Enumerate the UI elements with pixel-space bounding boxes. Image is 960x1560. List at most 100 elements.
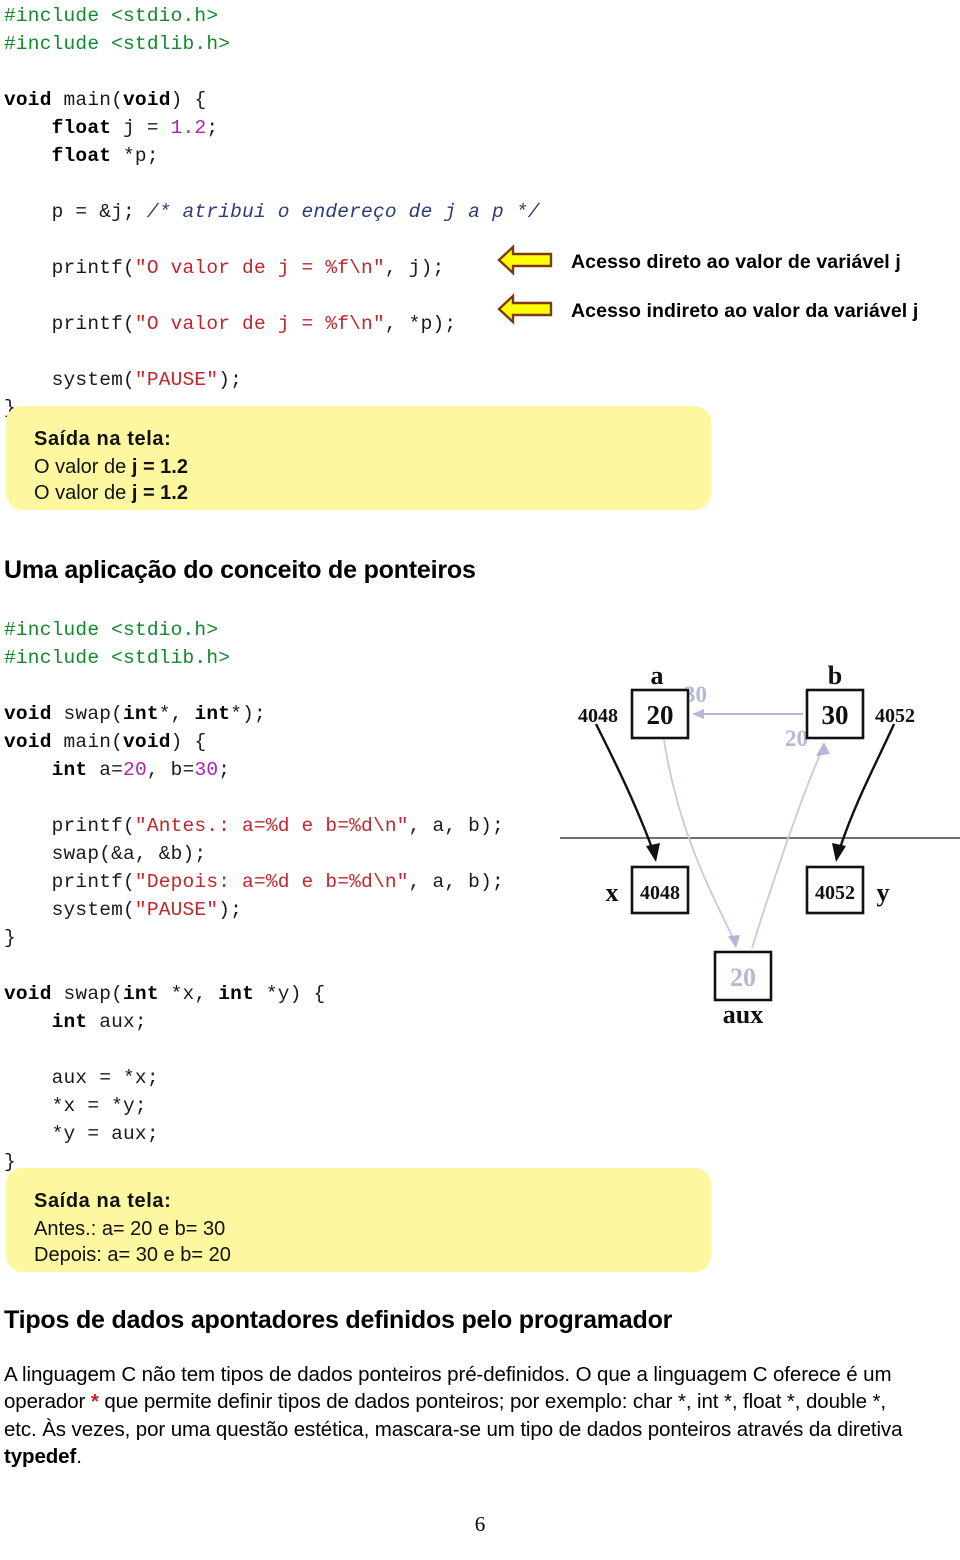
code-token: swap( <box>51 703 124 725</box>
code-line: #include <stdlib.h> <box>4 644 504 672</box>
code-token: void <box>4 89 52 111</box>
code-token: printf( <box>4 257 135 279</box>
code-token: 30 <box>194 759 219 781</box>
code-line: void swap(int*, int*); <box>4 700 504 728</box>
code-token: 20 <box>123 759 147 781</box>
pointer-curve-a-to-x <box>594 723 654 849</box>
code-token: "O valor de j = %f\n" <box>134 257 385 279</box>
output-line: Antes.: a= 20 e b= 30 <box>34 1218 226 1240</box>
code-token: system( <box>4 899 135 921</box>
pointer-arrowhead-y <box>832 843 846 862</box>
code-token: ) { <box>170 89 207 111</box>
output-box-saida-1: Saída na tela: O valor de j = 1.2 O valo… <box>6 406 711 510</box>
code-token: , a, b); <box>408 871 504 893</box>
ghost-curve-aux-to-b <box>751 749 823 949</box>
box-y-label: y <box>877 878 890 907</box>
pointer-curve-b-to-y <box>838 723 896 849</box>
code-token: #include <stdio.h> <box>4 619 219 641</box>
code-token: int <box>51 759 88 781</box>
left-arrow-icon <box>497 243 553 282</box>
code-token: *); <box>230 703 266 725</box>
code-token: *p; <box>111 145 159 167</box>
code-token: float <box>51 145 112 167</box>
code-line: int a=20, b=30; <box>4 756 504 784</box>
pointer-arrowhead-x <box>646 843 660 862</box>
output-line: Depois: a= 30 e b= 20 <box>34 1244 231 1266</box>
address-label-4052: 4052 <box>875 705 915 727</box>
code-line: *x = *y; <box>4 1092 504 1120</box>
code-line: void swap(int *x, int *y) { <box>4 980 504 1008</box>
code-line: float j = 1.2; <box>4 114 540 142</box>
callout-acesso-direto: Acesso direto ao valor de variável j <box>497 243 901 282</box>
code-token: void <box>4 703 52 725</box>
code-line: void main(void) { <box>4 86 540 114</box>
ghost-arrowhead-a <box>692 709 704 719</box>
output-box-title: Saída na tela: <box>34 1190 172 1212</box>
code-line: printf("Depois: a=%d e b=%d\n", a, b); <box>4 868 504 896</box>
code-token: "O valor de j = %f\n" <box>134 313 385 335</box>
code-token: , j); <box>384 257 445 279</box>
code-token: *, <box>158 703 195 725</box>
code-token: ) { <box>170 731 207 753</box>
code-token: *x, <box>158 983 219 1005</box>
code-line: swap(&a, &b); <box>4 840 504 868</box>
left-arrow-icon <box>497 292 553 331</box>
document-page: #include <stdio.h> #include <stdlib.h> vo… <box>0 0 960 1560</box>
address-label-4048: 4048 <box>578 705 618 727</box>
code-token: 1.2 <box>170 117 207 139</box>
code-line: printf("O valor de j = %f\n", *p); <box>4 310 540 338</box>
callout-label: Acesso indireto ao valor da variável j <box>571 300 919 322</box>
output-line: O valor de j = 1.2 <box>34 456 188 478</box>
code-token: int <box>123 703 159 725</box>
code-token: int <box>194 703 231 725</box>
code-token: a= <box>87 759 124 781</box>
code-line: *y = aux; <box>4 1120 504 1148</box>
paragraph-part-3: . <box>76 1445 82 1468</box>
code-token: j = <box>111 117 171 139</box>
heading-uma-aplicacao: Uma aplicação do conceito de ponteiros <box>4 556 476 584</box>
code-token: } <box>4 927 16 949</box>
box-x-label: x <box>606 878 619 907</box>
typedef-keyword: typedef <box>4 1445 77 1468</box>
code-token: swap(&a, &b); <box>4 843 207 865</box>
code-token: void <box>123 731 171 753</box>
code-token: *x = *y; <box>4 1095 147 1117</box>
heading-tipos-de-dados: Tipos de dados apontadores definidos pel… <box>4 1306 673 1334</box>
code-line: float *p; <box>4 142 540 170</box>
code-token: int <box>51 1011 88 1033</box>
code-token: *y) { <box>253 983 326 1005</box>
code-token: #include <stdlib.h> <box>4 647 231 669</box>
code-token: "Depois: a=%d e b=%d\n" <box>134 871 409 893</box>
pointer-operator-star: * <box>90 1390 99 1413</box>
code-block-swap: #include <stdio.h> #include <stdlib.h> vo… <box>4 616 504 1176</box>
output-line: O valor de j = 1.2 <box>34 482 188 504</box>
code-line: printf("O valor de j = %f\n", j); <box>4 254 540 282</box>
ghost-arrowhead-b <box>816 742 830 756</box>
code-token: int <box>218 983 254 1005</box>
code-token: main( <box>51 731 124 753</box>
code-line: #include <stdio.h> <box>4 616 504 644</box>
code-token: aux; <box>87 1011 147 1033</box>
code-token: , b= <box>146 759 195 781</box>
code-token: "PAUSE" <box>134 369 219 391</box>
box-b-label: b <box>828 661 842 690</box>
code-token: printf( <box>4 313 135 335</box>
callout-acesso-indireto: Acesso indireto ao valor da variável j <box>497 292 918 331</box>
code-token: ; <box>206 117 219 139</box>
code-token: system( <box>4 369 135 391</box>
code-block-pointer-basics: #include <stdio.h> #include <stdlib.h> vo… <box>4 2 540 422</box>
body-paragraph: A linguagem C não tem tipos de dados pon… <box>4 1361 909 1471</box>
code-token: float <box>51 117 112 139</box>
box-aux-value: 20 <box>730 963 756 992</box>
code-token: int <box>123 983 159 1005</box>
code-line: int aux; <box>4 1008 504 1036</box>
swap-memory-diagram: 30 20 20 a 30 b 4048 4052 4048 x 4052 y … <box>560 640 960 1040</box>
box-b-value: 30 <box>822 700 849 730</box>
